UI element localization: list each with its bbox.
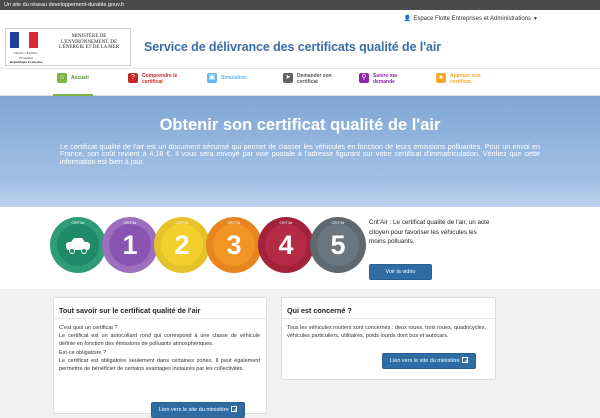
external-link-icon <box>231 404 238 418</box>
send-icon: ➤ <box>283 73 293 83</box>
sticker-electric: CRIT'Air <box>50 217 106 273</box>
card-tout-savoir: Tout savoir sur le certificat qualité de… <box>53 297 267 418</box>
nav-item-accueil[interactable]: ⌂ Accueil <box>53 73 93 97</box>
caret-down-icon: ▼ <box>533 15 538 22</box>
ministry-logo[interactable]: Liberté • Égalité • Fraternité Républiqu… <box>5 28 131 66</box>
ministry-link-button[interactable]: Lien vers le site du ministère <box>382 353 477 369</box>
sticker-2: CRIT'Air 2 <box>154 217 210 273</box>
home-icon: ⌂ <box>57 73 67 83</box>
critair-stickers: CRIT'Air CRIT'Air 1 CRIT'Air 2 CRIT'Air … <box>50 217 366 279</box>
top-bar: Un site du réseau developpement-durable.… <box>0 0 600 10</box>
sticker-icon: ● <box>436 73 446 83</box>
site-title[interactable]: Service de délivrance des certificats qu… <box>144 40 441 54</box>
external-link-icon <box>462 355 469 369</box>
hero-banner: Obtenir son certificat qualité de l'air … <box>0 96 600 207</box>
car-icon <box>66 238 90 254</box>
card-qui-concerne: Qui est concerné ? Tous les véhicules ro… <box>281 297 496 380</box>
espace-label: Espace Flotte Entreprises et Administrat… <box>413 15 532 22</box>
search-icon: ⚲ <box>359 73 369 83</box>
sticker-3: CRIT'Air 3 <box>206 217 262 273</box>
hero-text: Le certificat qualité de l'air est un do… <box>60 142 540 166</box>
sticker-5: CRIT'Air 5 <box>310 217 366 273</box>
question-icon: ? <box>128 73 138 83</box>
main-nav: ⌂ Accueil ? Comprendre le certificat ▣ S… <box>0 68 600 97</box>
site-header: 👤 Espace Flotte Entreprises et Administr… <box>0 10 600 68</box>
watch-video-button[interactable]: Voir la vidéo <box>369 264 432 280</box>
divider <box>54 318 266 319</box>
espace-flotte-link[interactable]: 👤 Espace Flotte Entreprises et Administr… <box>403 15 538 23</box>
sticker-4: CRIT'Air 4 <box>258 217 314 273</box>
hero-title: Obtenir son certificat qualité de l'air <box>159 116 441 134</box>
critair-band: CRIT'Air CRIT'Air 1 CRIT'Air 2 CRIT'Air … <box>0 207 600 289</box>
sticker-1: CRIT'Air 1 <box>102 217 158 273</box>
card-body: Tous les véhicules routiers sont concern… <box>287 325 487 340</box>
car-icon: ▣ <box>207 73 217 83</box>
nav-item-simulation[interactable]: ▣ Simulation <box>207 73 247 95</box>
logo-motto: Liberté • Égalité • Fraternité Républiqu… <box>9 51 43 64</box>
ministry-name: Ministère de l'Environnement, de l'Énerg… <box>58 34 120 51</box>
card-title: Tout savoir sur le certificat qualité de… <box>59 306 201 315</box>
marianne-flag-icon <box>10 32 38 48</box>
ministry-link-button[interactable]: Lien vers le site du ministère <box>151 402 246 418</box>
critair-description: Crit'Air : Le certificat qualité de l'ai… <box>369 219 490 245</box>
card-body: C'est quoi un certificat ? Le certificat… <box>59 325 260 373</box>
nav-item-suivre[interactable]: ⚲ Suivre ma demande <box>359 73 411 95</box>
nav-item-demander[interactable]: ➤ Demander son certificat <box>283 73 337 95</box>
user-icon: 👤 <box>403 16 412 22</box>
card-title: Qui est concerné ? <box>287 306 352 315</box>
nav-item-apposer[interactable]: ● Apposer son certificat <box>436 73 492 95</box>
divider <box>282 318 495 319</box>
nav-item-comprendre[interactable]: ? Comprendre le certificat <box>128 73 182 95</box>
